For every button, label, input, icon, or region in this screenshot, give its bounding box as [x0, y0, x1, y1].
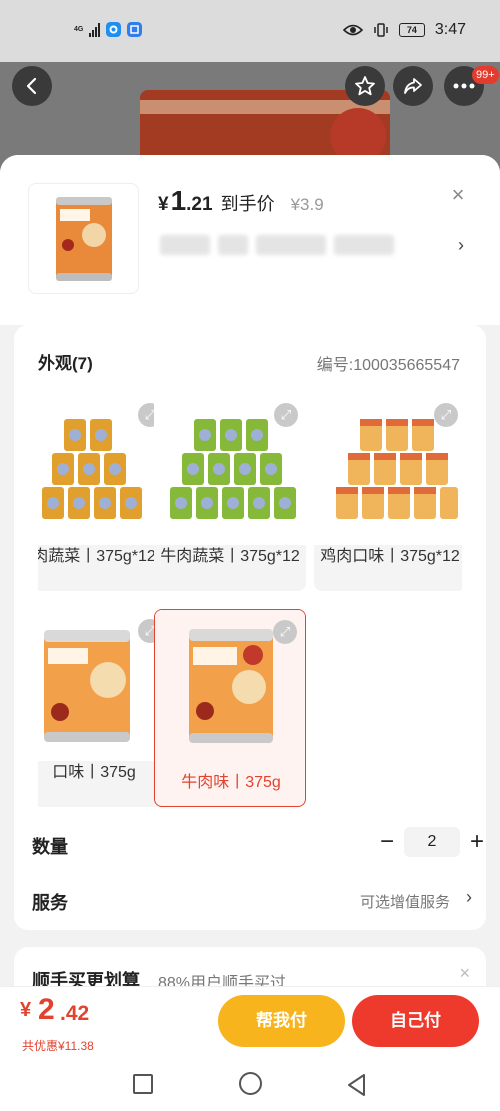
sku-sheet: ¥ 1 .21 到手价 ¥3.9 × › 外观(7) 编号:1000356655…	[0, 155, 500, 1111]
total-savings: 共优惠¥11.38	[22, 1039, 94, 1053]
status-right: 74 3:47	[342, 21, 466, 39]
can-pyramid-image	[336, 419, 458, 519]
more-badge: 99+	[472, 66, 499, 84]
close-icon[interactable]: ×	[459, 963, 470, 984]
scan-app-icon	[127, 22, 143, 37]
total-integer: 2	[38, 993, 55, 1026]
battery-icon: 74	[398, 23, 425, 37]
quantity-title: 数量	[32, 837, 68, 857]
total-currency: ¥	[20, 999, 32, 1021]
more-dots-icon	[453, 83, 475, 89]
quantity-row: 数量 − 2 +	[32, 825, 484, 865]
status-bar: 4G 74 3:47	[0, 0, 500, 62]
option-label: 牛肉味丨375g	[181, 774, 281, 791]
recent-apps-icon[interactable]	[133, 1074, 153, 1094]
option-beef-single[interactable]: ⤢ 牛肉味丨375g	[154, 609, 306, 807]
chevron-right-icon: ›	[466, 887, 472, 907]
back-button[interactable]	[12, 66, 52, 106]
product-can-image	[55, 196, 112, 281]
service-row[interactable]: 服务 可选增值服务 ›	[32, 881, 472, 921]
help-pay-button[interactable]: 帮我付	[218, 995, 345, 1047]
can-pyramid-image	[42, 419, 142, 519]
status-left: 4G	[74, 22, 143, 37]
price-label: 到手价	[220, 194, 275, 214]
total-decimal: .42	[60, 1002, 90, 1025]
close-icon[interactable]: ×	[448, 184, 468, 206]
sku-number: 编号:100035665547	[316, 357, 460, 374]
battery-level: 74	[406, 25, 417, 35]
option-label: 肉蔬菜丨375g*12	[38, 548, 156, 565]
favorite-button[interactable]	[345, 66, 385, 106]
option-vegetable-pack[interactable]: ⤢ 肉蔬菜丨375g*12	[38, 393, 170, 591]
option-label: 牛肉蔬菜丨375g*12	[160, 548, 300, 565]
share-button[interactable]	[393, 66, 433, 106]
quantity-input[interactable]: 2	[404, 827, 460, 857]
share-icon	[404, 78, 422, 94]
bottom-bar: ¥ 2 .42 共优惠¥11.38 帮我付 自己付	[0, 986, 500, 1058]
clock: 3:47	[434, 21, 466, 38]
sheet-header: ¥ 1 .21 到手价 ¥3.9 × ›	[0, 155, 500, 325]
star-icon	[355, 76, 375, 96]
chevron-left-icon	[26, 77, 37, 95]
appearance-title: 外观(7)	[38, 354, 93, 373]
home-icon[interactable]	[239, 1072, 262, 1095]
option-label: 口味丨375g	[52, 764, 136, 781]
network-type: 4G	[74, 26, 84, 33]
expand-icon[interactable]: ⤢	[434, 403, 458, 427]
eye-icon	[342, 24, 363, 36]
signal-icon	[89, 22, 101, 37]
blurred-info-row	[160, 235, 400, 255]
service-title: 服务	[32, 893, 68, 913]
message-app-icon	[106, 22, 122, 37]
increase-button[interactable]: +	[462, 827, 492, 857]
price-row: ¥ 1 .21 到手价 ¥3.9	[158, 185, 324, 217]
original-price: ¥3.9	[290, 195, 324, 214]
expand-icon[interactable]: ⤢	[273, 620, 297, 644]
price-integer: 1	[170, 185, 187, 216]
self-pay-button[interactable]: 自己付	[352, 995, 479, 1047]
service-hint: 可选增值服务	[359, 894, 450, 911]
system-nav-bar	[0, 1058, 500, 1111]
vibrate-icon	[374, 23, 388, 37]
option-beef-vegetable-pack[interactable]: ⤢ 牛肉蔬菜丨375g*12	[154, 393, 306, 591]
product-thumbnail[interactable]	[28, 183, 139, 294]
can-image	[189, 629, 273, 743]
chevron-right-icon[interactable]: ›	[458, 235, 464, 256]
price-decimal: .21	[186, 194, 213, 215]
decrease-button[interactable]: −	[372, 827, 402, 857]
expand-icon[interactable]: ⤢	[274, 403, 298, 427]
option-single-can[interactable]: ⤢ 口味丨375g	[38, 609, 170, 807]
option-chicken-pack[interactable]: ⤢ 鸡肉口味丨375g*12	[314, 393, 462, 591]
options-card: 外观(7) 编号:100035665547 ⤢ 肉蔬菜丨375g*12 ⤢ 牛肉…	[14, 325, 486, 930]
can-pyramid-image	[170, 419, 296, 519]
network-indicator: 4G	[74, 26, 83, 33]
price-currency: ¥	[158, 194, 169, 215]
back-triangle-icon[interactable]	[344, 1072, 368, 1098]
option-label: 鸡肉口味丨375g*12	[320, 548, 460, 565]
appearance-options: ⤢ 肉蔬菜丨375g*12 ⤢ 牛肉蔬菜丨375g*12 ⤢ 鸡肉口味丨375g…	[38, 393, 462, 808]
